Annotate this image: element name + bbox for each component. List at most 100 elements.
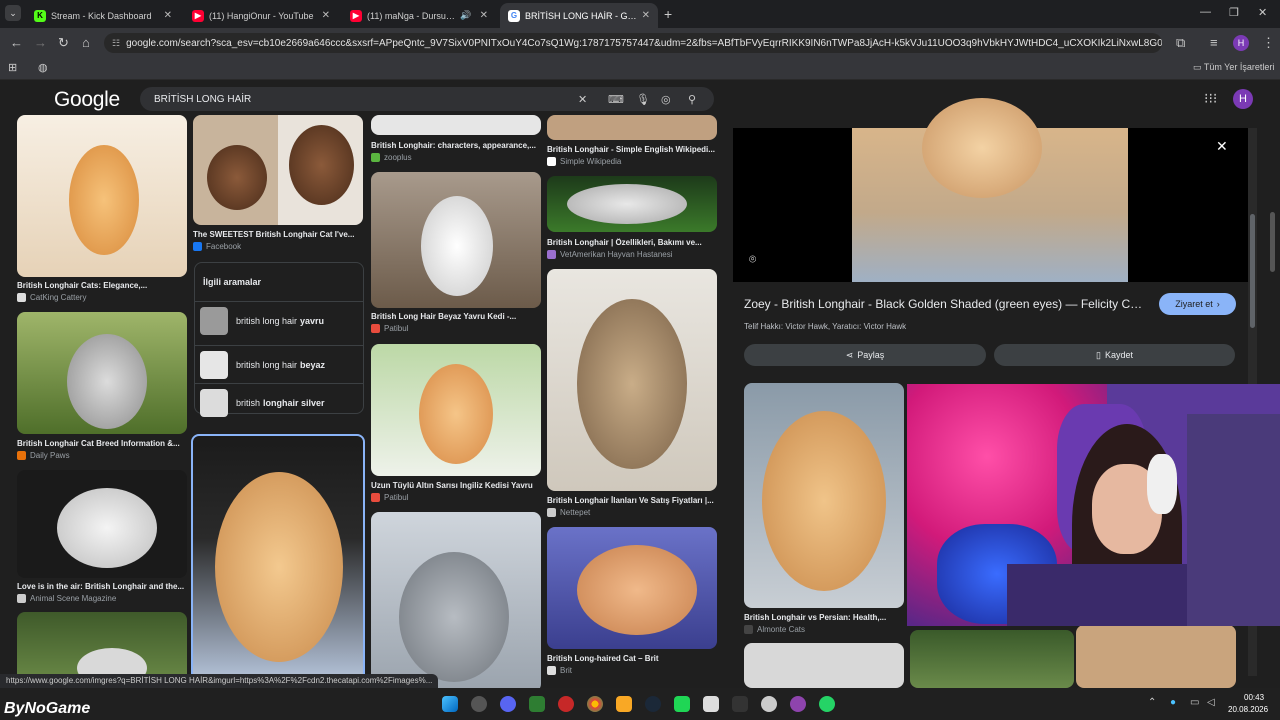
discord-icon[interactable] [500, 696, 516, 712]
close-tab-icon[interactable]: ✕ [164, 10, 172, 21]
related-image[interactable] [910, 630, 1074, 688]
related-source[interactable]: Almonte Cats [744, 625, 805, 634]
result-source[interactable]: Patibul [371, 493, 408, 502]
related-image[interactable] [744, 383, 904, 608]
result-image[interactable] [547, 269, 717, 491]
result-image[interactable] [547, 176, 717, 232]
result-source[interactable]: zooplus [371, 153, 412, 162]
result-caption[interactable]: British Longhair Cats: Elegance,... [17, 281, 187, 290]
restore-icon[interactable]: ❐ [1229, 6, 1239, 19]
result-source[interactable]: Simple Wikipedia [547, 157, 621, 166]
account-avatar[interactable]: H [1233, 89, 1253, 109]
google-apps-icon[interactable]: ⁝⁝⁝ [1204, 90, 1217, 107]
result-image[interactable] [371, 115, 541, 135]
tray-chevron-icon[interactable]: ⌃ [1148, 697, 1156, 708]
result-caption[interactable]: British Longhair - Simple English Wikipe… [547, 145, 717, 154]
tab-youtube-manga[interactable]: ▶ (11) maNga - Dursun Zaman 🔊 ✕ [342, 3, 496, 28]
result-source[interactable]: Patibul [371, 324, 408, 333]
close-tab-icon[interactable]: ✕ [642, 10, 650, 21]
related-caption[interactable]: British Longhair vs Persian: Health,... [744, 613, 904, 622]
related-image[interactable] [744, 643, 904, 688]
new-tab-icon[interactable]: + [664, 6, 672, 22]
related-search-item[interactable]: british long hair beyaz [195, 345, 363, 383]
extensions-icon[interactable]: ⧉ [1176, 35, 1185, 51]
result-caption[interactable]: The SWEETEST British Longhair Cat I've..… [193, 230, 363, 239]
all-bookmarks-link[interactable]: ▭ Tüm Yer İşaretleri [1193, 62, 1274, 73]
lens-icon[interactable]: ◎ [661, 93, 671, 106]
share-button[interactable]: ⋖ Paylaş [744, 344, 986, 366]
globe-icon[interactable]: ◍ [38, 61, 48, 74]
result-caption[interactable]: British Longhair | Özellikleri, Bakımı v… [547, 238, 717, 247]
result-image[interactable] [17, 115, 187, 277]
result-caption[interactable]: Love is in the air: British Longhair and… [17, 582, 187, 591]
result-caption[interactable]: British Longhair: characters, appearance… [371, 141, 541, 150]
search-icon[interactable]: ⚲ [688, 93, 696, 106]
result-image[interactable] [17, 470, 187, 578]
preview-title[interactable]: Zoey - British Longhair - Black Golden S… [744, 297, 1144, 311]
result-image[interactable] [371, 172, 541, 308]
search-box[interactable]: BRİTİSH LONG HAİR ✕ ⌨ 🎙 ◎ ⚲ [140, 87, 714, 111]
app-icon[interactable] [761, 696, 777, 712]
app-icon[interactable] [471, 696, 487, 712]
clock-date[interactable]: 20.08.2026 [1228, 705, 1268, 714]
preview-image[interactable]: ✕ ⌾ [733, 98, 1248, 282]
file-explorer-icon[interactable] [616, 696, 632, 712]
chrome-icon[interactable] [587, 696, 603, 712]
clock-time[interactable]: 00:43 [1244, 693, 1264, 702]
result-caption[interactable]: British Long-haired Cat – Brit [547, 654, 717, 663]
mic-icon[interactable]: 🎙 [636, 93, 650, 106]
address-bar[interactable]: ☷ google.com/search?sca_esv=cb10e2669a64… [104, 33, 1162, 53]
result-source[interactable]: Nettepet [547, 508, 590, 517]
app-icon[interactable] [703, 696, 719, 712]
site-info-icon[interactable]: ☷ [112, 38, 120, 49]
close-tab-icon[interactable]: ✕ [322, 10, 330, 21]
profile-avatar[interactable]: H [1233, 35, 1249, 51]
close-tab-icon[interactable]: ✕ [480, 10, 488, 21]
app-icon[interactable] [529, 696, 545, 712]
forward-icon[interactable]: → [34, 35, 47, 50]
app-icon[interactable] [674, 696, 690, 712]
steam-icon[interactable] [645, 696, 661, 712]
google-logo[interactable]: Google [54, 88, 120, 112]
result-image[interactable] [371, 512, 541, 688]
volume-icon[interactable]: ◁ [1207, 697, 1215, 708]
result-source[interactable]: Daily Paws [17, 451, 70, 460]
keyboard-icon[interactable]: ⌨ [608, 93, 624, 106]
reload-icon[interactable]: ↻ [58, 35, 69, 51]
result-image[interactable] [17, 312, 187, 434]
menu-icon[interactable]: ⋮ [1262, 35, 1275, 51]
result-caption[interactable]: Uzun Tüylü Altın Sarısı Ingiliz Kedisi Y… [371, 481, 541, 490]
obs-icon[interactable] [790, 696, 806, 712]
network-icon[interactable]: ▭ [1190, 697, 1199, 708]
window-close-icon[interactable]: ✕ [1258, 6, 1267, 19]
back-icon[interactable]: ← [10, 35, 23, 50]
result-image-selected[interactable] [191, 434, 365, 688]
whatsapp-icon[interactable] [819, 696, 835, 712]
visit-button[interactable]: Ziyaret et › [1159, 293, 1236, 315]
result-caption[interactable]: British Longhair Cat Breed Information &… [17, 439, 187, 448]
epic-games-icon[interactable] [732, 696, 748, 712]
result-source[interactable]: Brit [547, 666, 572, 675]
app-icon[interactable] [558, 696, 574, 712]
minimize-icon[interactable]: — [1200, 6, 1211, 18]
close-panel-icon[interactable]: ✕ [1216, 138, 1228, 155]
result-image[interactable] [371, 344, 541, 476]
save-button[interactable]: ▯ Kaydet [994, 344, 1235, 366]
result-caption[interactable]: British Long Hair Beyaz Yavru Kedi -... [371, 312, 541, 321]
result-caption[interactable]: British Longhair İlanları Ve Satış Fiyat… [547, 496, 717, 505]
related-search-item[interactable]: british longhair silver [195, 383, 363, 421]
result-image[interactable] [547, 115, 717, 140]
lens-search-icon[interactable]: ⌾ [749, 252, 756, 267]
result-source[interactable]: VetAmerikan Hayvan Hastanesi [547, 250, 673, 259]
result-source[interactable]: CatKing Cattery [17, 293, 86, 302]
result-source[interactable]: Animal Scene Magazine [17, 594, 116, 603]
media-icon[interactable]: ≡ [1210, 35, 1218, 50]
audio-icon[interactable]: 🔊 [460, 10, 471, 21]
result-image[interactable] [547, 527, 717, 649]
related-image[interactable] [1076, 625, 1236, 688]
start-icon[interactable] [442, 696, 458, 712]
result-image[interactable] [193, 115, 363, 225]
tab-google-search[interactable]: G BRİTİSH LONG HAİR - Google'da ✕ [500, 3, 658, 28]
tab-youtube-hangionur[interactable]: ▶ (11) HangiOnur - YouTube ✕ [184, 3, 338, 28]
page-scrollbar-thumb[interactable] [1270, 212, 1275, 272]
